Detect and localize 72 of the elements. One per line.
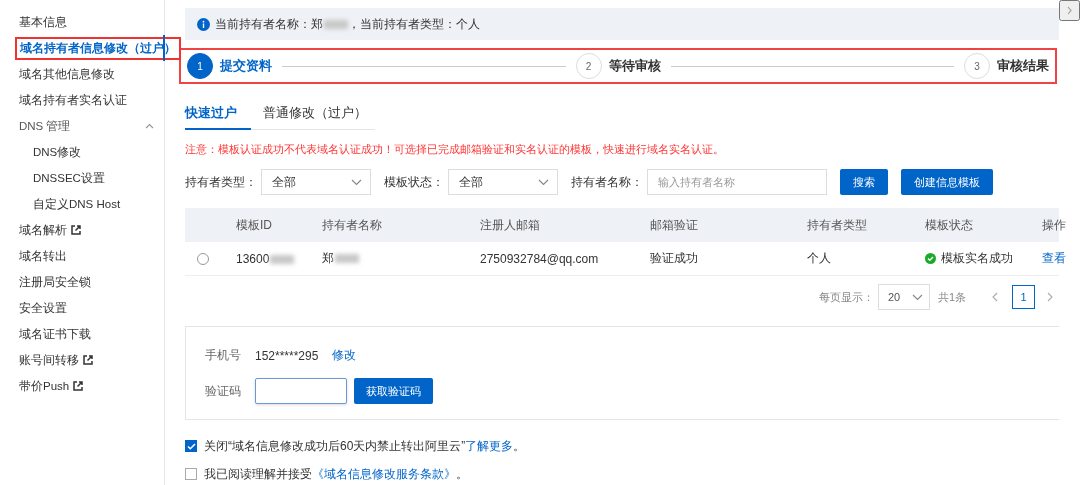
edit-link[interactable]: 修改 xyxy=(332,347,357,364)
sidebar-group[interactable]: DNS 管理 xyxy=(19,118,71,134)
get-code-button[interactable]: 获取验证码 xyxy=(354,378,433,404)
chevron-down-icon xyxy=(538,178,549,186)
chevron-right-icon[interactable] xyxy=(1047,292,1053,302)
action-button[interactable]: 创建信息模板 xyxy=(901,169,993,195)
page-size-label: 每页显示： xyxy=(818,289,874,305)
select-field[interactable]: 全部 xyxy=(448,169,558,195)
column-header: 注册人邮箱 xyxy=(480,217,540,232)
column-header: 持有者名称 xyxy=(322,217,382,232)
sidebar-item[interactable]: 域名解析 xyxy=(19,222,67,238)
agreement-link[interactable]: 了解更多 xyxy=(465,438,514,453)
checkbox[interactable] xyxy=(185,468,197,480)
chevron-right-icon xyxy=(1067,6,1072,15)
tab[interactable]: 快速过户 xyxy=(185,98,251,130)
input-field[interactable] xyxy=(255,378,347,404)
status-text: 模板实名成功 xyxy=(941,250,1013,267)
sidebar-subitem[interactable]: DNS修改 xyxy=(33,144,82,160)
view-link[interactable]: 查看 xyxy=(1042,251,1066,265)
sidebar-item[interactable]: 基本信息 xyxy=(19,14,67,30)
holder-info-suffix: ，当前持有者类型：个人 xyxy=(348,15,480,33)
column-header: 邮箱验证 xyxy=(650,217,698,232)
step-label: 审核结果 xyxy=(997,57,1049,75)
step-number: 2 xyxy=(575,53,602,79)
chevron-up-icon[interactable] xyxy=(145,123,154,129)
sidebar-item[interactable]: 域名其他信息修改 xyxy=(19,66,115,82)
info-icon xyxy=(197,17,210,31)
field-label: 验证码 xyxy=(205,382,242,400)
page-button[interactable]: 1 xyxy=(1012,285,1035,309)
action-button[interactable]: 搜索 xyxy=(840,169,888,195)
table-cell: 验证成功 xyxy=(650,251,698,265)
column-header: 持有者类型 xyxy=(807,217,867,232)
select-field[interactable]: 全部 xyxy=(261,169,371,195)
chevron-left-icon[interactable] xyxy=(992,292,998,302)
agreement-text: 我已阅读理解并接受《域名信息修改服务条款》。 xyxy=(204,465,468,483)
sidebar-item[interactable]: 带价Push xyxy=(19,378,70,394)
total-count: 共1条 xyxy=(937,289,966,305)
filter-label: 模板状态： xyxy=(384,173,444,191)
chevron-down-icon xyxy=(911,293,923,301)
sidebar-subitem[interactable]: 自定义DNS Host xyxy=(33,196,121,212)
column-header: 操作 xyxy=(1042,217,1066,232)
chevron-down-icon xyxy=(351,178,362,186)
agreement-text: 关闭“域名信息修改成功后60天内禁止转出阿里云”了解更多。 xyxy=(204,437,526,455)
holder-info-prefix: 当前持有者名称：郑 xyxy=(215,15,323,33)
step-label: 提交资料 xyxy=(220,57,272,75)
table-cell: 2750932784@qq.com xyxy=(480,251,599,266)
step-number: 3 xyxy=(964,53,990,79)
sidebar-item[interactable]: 安全设置 xyxy=(19,300,67,316)
table-cell: 郑 xyxy=(322,251,334,265)
step-number: 1 xyxy=(187,53,213,79)
column-header: 模板状态 xyxy=(925,217,973,232)
table-cell: 个人 xyxy=(807,251,831,265)
success-check-icon xyxy=(925,253,936,264)
filter-label: 持有者名称： xyxy=(571,173,643,191)
checkbox[interactable] xyxy=(185,440,197,452)
sidebar-item[interactable]: 域名证书下载 xyxy=(19,326,91,342)
field-label: 手机号 xyxy=(205,347,242,364)
step-label: 等待审核 xyxy=(608,57,661,75)
warning-text: 注意：模板认证成功不代表域名认证成功！可选择已完成邮箱验证和实名认证的模板，快速进行域名实名认证。 xyxy=(185,143,724,155)
sidebar-item[interactable]: 账号间转移 xyxy=(19,352,79,368)
column-header: 模板ID xyxy=(236,217,272,232)
phone-number: 152*****295 xyxy=(255,348,319,363)
page-size-select[interactable]: 20 xyxy=(877,284,930,310)
table-cell: 13600 xyxy=(236,251,270,266)
expand-button[interactable] xyxy=(1059,0,1080,21)
agreement-link[interactable]: 《域名信息修改服务条款》 xyxy=(312,466,456,481)
tab[interactable]: 普通修改（过户） xyxy=(263,98,381,130)
sidebar-item[interactable]: 域名持有者实名认证 xyxy=(19,92,127,108)
sidebar-subitem[interactable]: DNSSEC设置 xyxy=(33,170,105,186)
filter-label: 持有者类型： xyxy=(185,173,257,191)
sidebar-item[interactable]: 注册局安全锁 xyxy=(19,274,91,290)
sidebar-item[interactable]: 域名转出 xyxy=(19,248,67,264)
